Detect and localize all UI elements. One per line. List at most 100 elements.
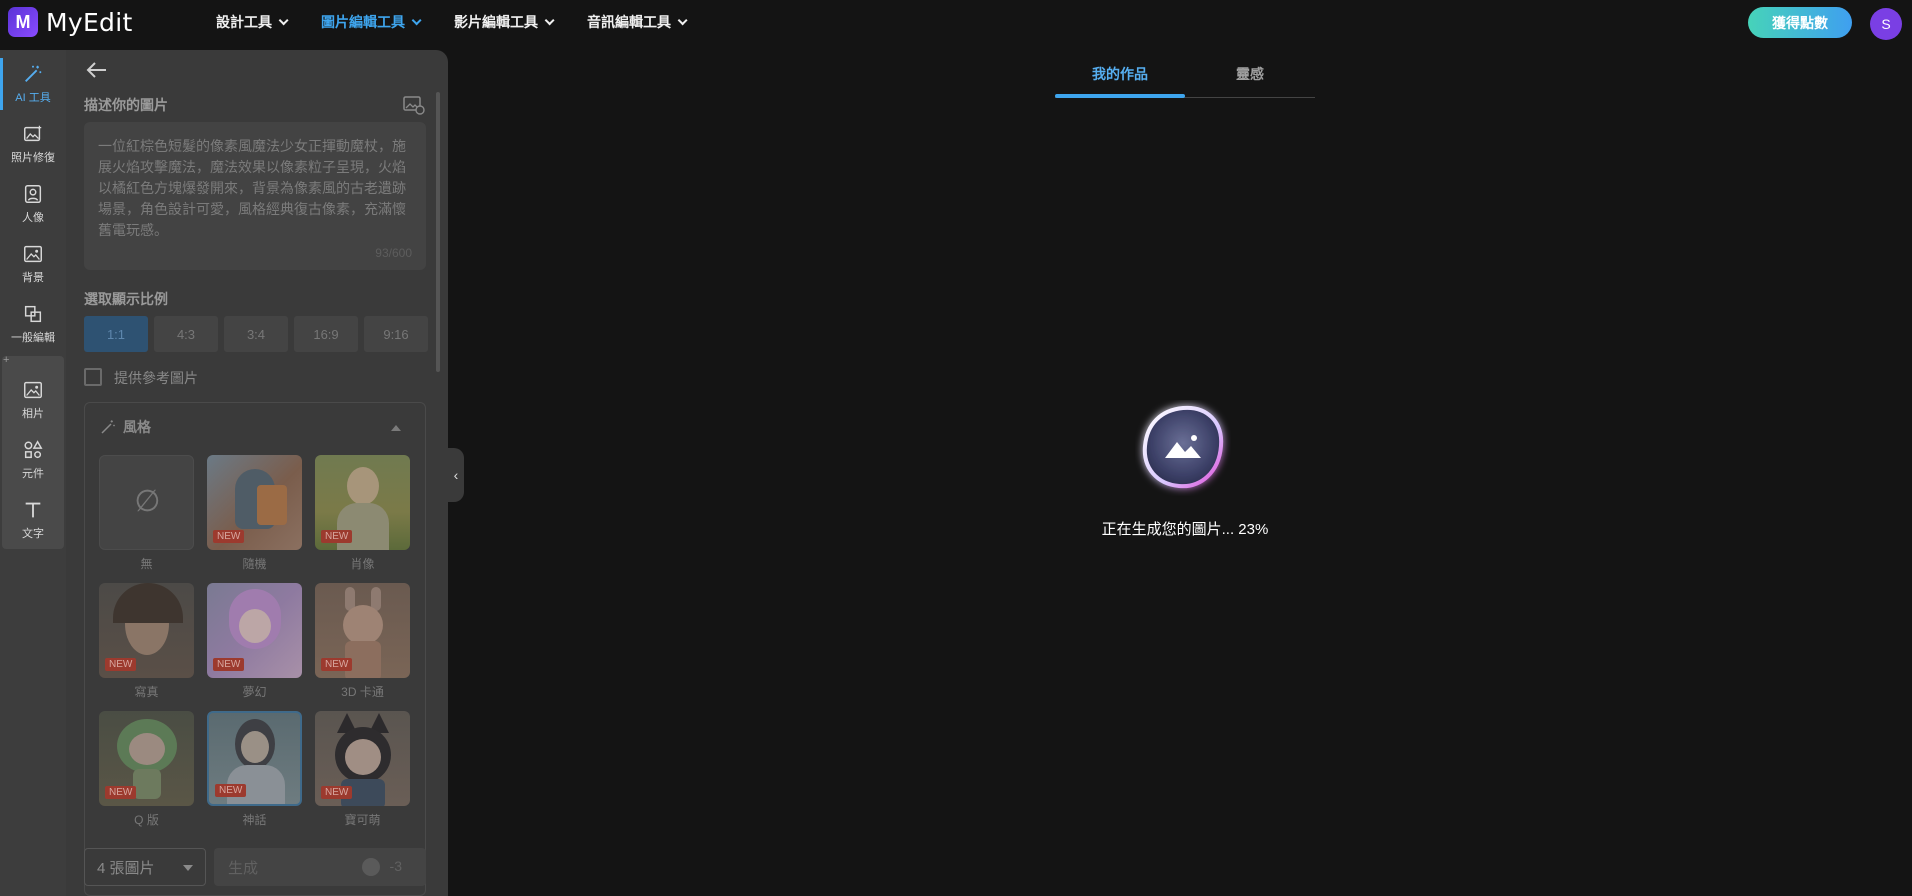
- none-icon: ∅: [134, 485, 161, 518]
- style-thumb-3d-cartoon[interactable]: NEW: [315, 583, 410, 678]
- image-settings-icon[interactable]: [402, 94, 426, 116]
- background-icon: [24, 245, 42, 263]
- rail-item-photo-restore[interactable]: 照片修復: [0, 116, 66, 172]
- new-badge: NEW: [213, 658, 245, 671]
- style-thumb-myth[interactable]: NEW: [207, 711, 302, 806]
- style-label: 3D 卡通: [341, 685, 384, 699]
- ai-generate-panel: 描述你的圖片 一位紅棕色短髮的像素風魔法少女正揮動魔杖，施展火焰攻擊魔法，魔法效…: [66, 50, 448, 896]
- style-thumb-fantasy[interactable]: NEW: [207, 583, 302, 678]
- generate-button[interactable]: 生成 -3: [214, 848, 426, 886]
- rail-label: 元件: [22, 468, 44, 480]
- ratio-4-3[interactable]: 4:3: [154, 316, 218, 352]
- prompt-text: 一位紅棕色短髮的像素風魔法少女正揮動魔杖，施展火焰攻擊魔法，魔法效果以像素粒子呈…: [98, 138, 406, 238]
- panel-scrollbar[interactable]: [436, 92, 440, 372]
- ratio-16-9[interactable]: 16:9: [294, 316, 358, 352]
- style-section: 風格 ∅ 無 NEW 隨機 NEW 肖像 NEW 寫真 NEW 夢幻 NEW 3…: [84, 402, 426, 896]
- chevron-down-icon: [677, 14, 688, 25]
- prompt-textarea[interactable]: 一位紅棕色短髮的像素風魔法少女正揮動魔杖，施展火焰攻擊魔法，魔法效果以像素粒子呈…: [84, 122, 426, 270]
- ratio-9-16[interactable]: 9:16: [364, 316, 428, 352]
- style-label: 夢幻: [242, 685, 267, 699]
- nav-design-tools[interactable]: 設計工具: [216, 12, 289, 32]
- aspect-ratio-label: 選取顯示比例: [84, 291, 168, 307]
- shapes-icon: [24, 440, 43, 459]
- nav-label: 圖片編輯工具: [321, 14, 405, 30]
- style-label: 寫真: [134, 685, 159, 699]
- text-icon: [25, 502, 41, 518]
- style-label: Q 版: [134, 813, 159, 827]
- image-count-select[interactable]: 4 張圖片: [84, 848, 206, 886]
- magic-wand-icon: [101, 420, 115, 434]
- portrait-icon: [24, 185, 42, 203]
- rail-item-photos[interactable]: 相片: [0, 372, 66, 428]
- tool-rail: + AI 工具 照片修復 人像 背景 一般編輯 相片 元件 文字: [0, 50, 66, 896]
- user-avatar[interactable]: S: [1870, 8, 1902, 40]
- style-thumb-random[interactable]: NEW: [207, 455, 302, 550]
- rail-item-elements[interactable]: 元件: [0, 432, 66, 488]
- rail-label: 文字: [22, 528, 44, 540]
- rail-item-ai-tools[interactable]: AI 工具: [0, 56, 66, 112]
- plus-icon[interactable]: +: [3, 354, 9, 366]
- top-bar: M MyEdit 設計工具 圖片編輯工具 影片編輯工具 音訊編輯工具 獲得點數 …: [0, 0, 1912, 44]
- back-arrow-icon[interactable]: [84, 60, 108, 80]
- new-badge: NEW: [105, 786, 137, 799]
- rail-label: 一般編輯: [11, 332, 55, 344]
- chevron-down-icon: [544, 14, 555, 25]
- tab-my-works[interactable]: 我的作品: [1055, 64, 1185, 84]
- style-thumb-portrait[interactable]: NEW: [315, 455, 410, 550]
- rail-item-background[interactable]: 背景: [0, 236, 66, 292]
- rail-label: 相片: [22, 408, 44, 420]
- chevron-down-icon: [278, 14, 289, 25]
- rail-label: 人像: [22, 212, 44, 224]
- nav-label: 音訊編輯工具: [587, 14, 671, 30]
- photo-restore-icon: [24, 125, 42, 142]
- new-badge: NEW: [215, 784, 247, 797]
- style-label: 肖像: [350, 557, 375, 571]
- nav-label: 影片編輯工具: [454, 14, 538, 30]
- credit-coin-icon: [362, 858, 380, 876]
- app-name: MyEdit: [46, 7, 133, 37]
- crop-icon: [24, 305, 42, 323]
- prompt-char-counter: 93/600: [375, 246, 412, 260]
- chevron-down-icon: [411, 14, 422, 25]
- rail-item-text[interactable]: 文字: [0, 492, 66, 548]
- rail-label: 照片修復: [11, 152, 55, 164]
- rail-label: 背景: [22, 272, 44, 284]
- magic-wand-icon: [25, 65, 42, 82]
- reference-image-checkbox[interactable]: [84, 368, 102, 386]
- logo-icon: M: [8, 7, 38, 37]
- ratio-3-4[interactable]: 3:4: [224, 316, 288, 352]
- style-thumb-pokemon[interactable]: NEW: [315, 711, 410, 806]
- nav-image-tools[interactable]: 圖片編輯工具: [321, 12, 422, 32]
- main-tabs: 我的作品 靈感: [1055, 58, 1315, 98]
- collapse-panel-button[interactable]: ‹: [448, 448, 464, 502]
- style-label: 無: [140, 557, 153, 571]
- rail-label: AI 工具: [15, 92, 51, 104]
- dropdown-caret-icon: [183, 865, 193, 871]
- new-badge: NEW: [213, 530, 245, 543]
- style-thumb-chibi[interactable]: NEW: [99, 711, 194, 806]
- image-count-value: 4 張圖片: [97, 859, 155, 877]
- get-points-button[interactable]: 獲得點數: [1748, 7, 1852, 38]
- collapse-caret-icon[interactable]: [391, 425, 401, 431]
- image-icon: [24, 381, 42, 399]
- style-thumb-none[interactable]: ∅: [99, 455, 194, 550]
- nav-video-tools[interactable]: 影片編輯工具: [454, 12, 555, 32]
- nav-audio-tools[interactable]: 音訊編輯工具: [587, 12, 688, 32]
- generation-status-text: 正在生成您的圖片... 23%: [1101, 521, 1269, 538]
- generate-label: 生成: [228, 859, 259, 877]
- new-badge: NEW: [321, 658, 353, 671]
- tab-inspiration[interactable]: 靈感: [1185, 64, 1315, 84]
- new-badge: NEW: [321, 786, 353, 799]
- generate-cost: -3: [389, 858, 402, 874]
- rail-item-portrait[interactable]: 人像: [0, 176, 66, 232]
- new-badge: NEW: [321, 530, 353, 543]
- style-label: 寶可萌: [344, 813, 381, 827]
- style-thumb-realistic[interactable]: NEW: [99, 583, 194, 678]
- style-label: 風格: [123, 419, 151, 435]
- style-header[interactable]: 風格: [99, 417, 151, 437]
- app-logo[interactable]: M MyEdit: [8, 7, 198, 37]
- ratio-1-1[interactable]: 1:1: [84, 316, 148, 352]
- rail-item-general-edit[interactable]: 一般編輯: [0, 296, 66, 352]
- chevron-left-icon: ‹: [453, 467, 459, 483]
- style-label: 神話: [242, 813, 267, 827]
